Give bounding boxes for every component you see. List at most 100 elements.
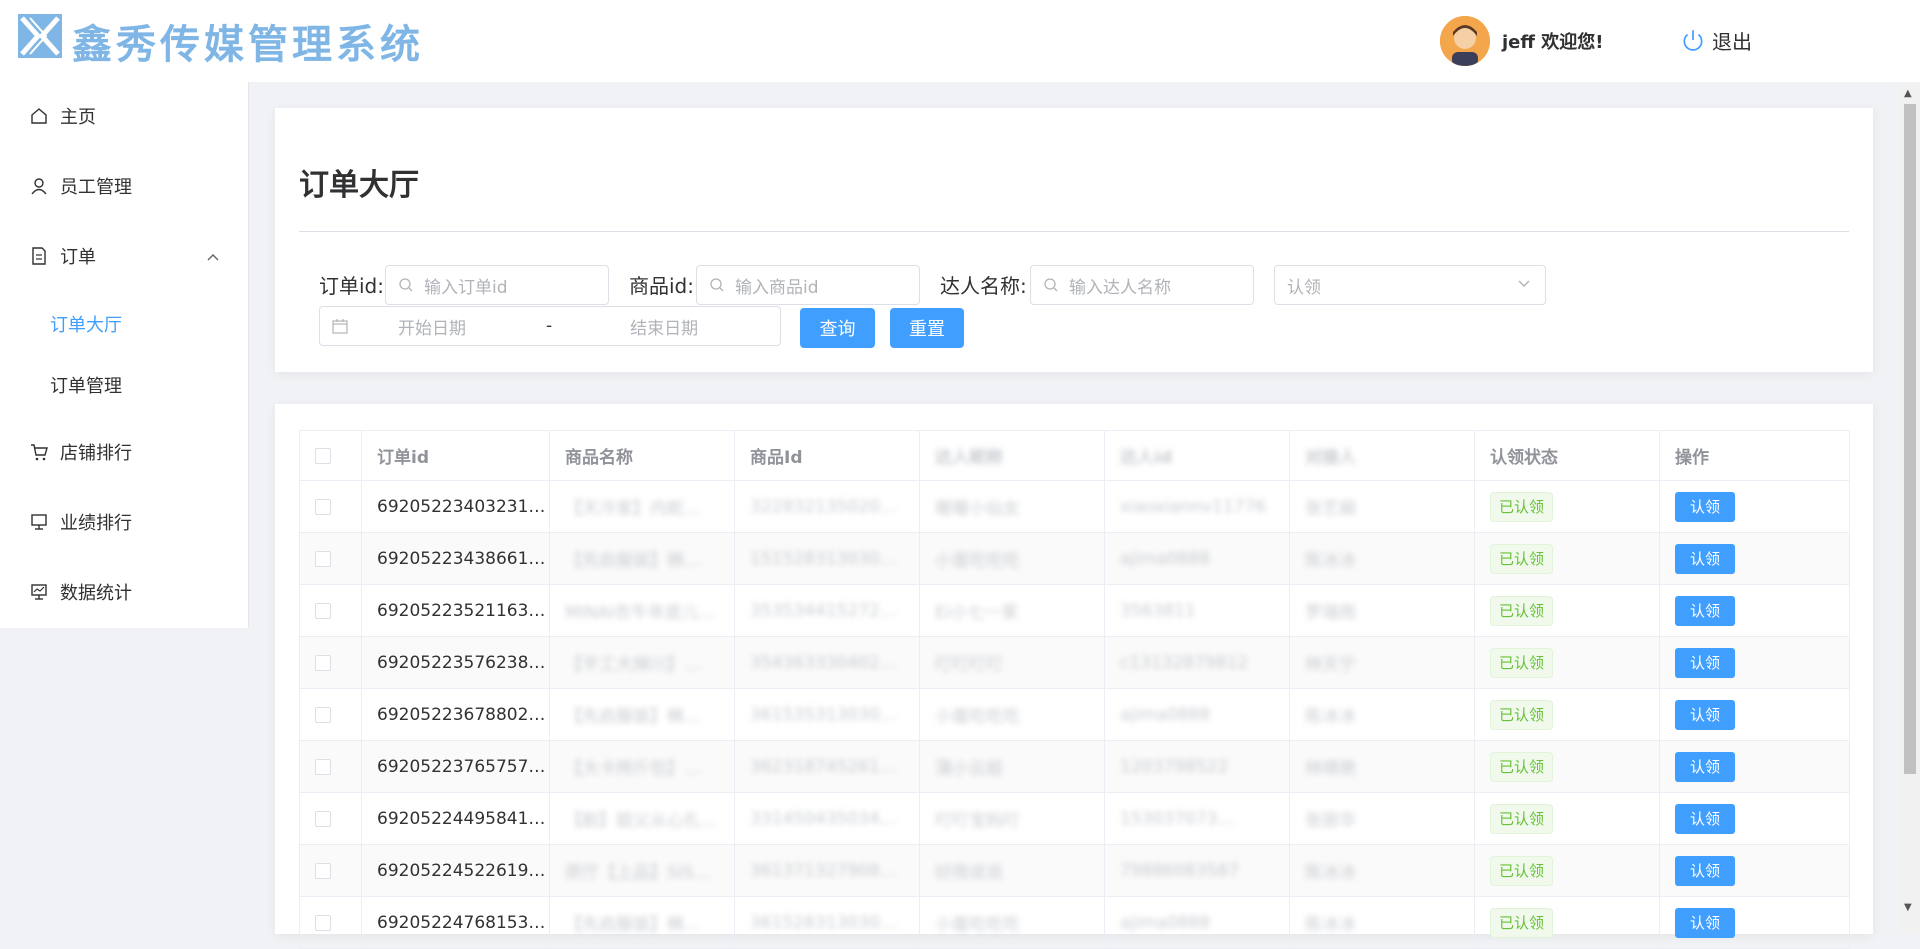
contact-cell-text: 张艺娟 <box>1305 499 1356 519</box>
talent-id-cell-text: 1203798522 <box>1120 756 1229 777</box>
contact-cell-text: 陈冰冰 <box>1305 707 1356 727</box>
date-range-picker[interactable]: 开始日期 - 结束日期 <box>319 306 781 346</box>
row-checkbox[interactable] <box>299 896 362 949</box>
talent-id-cell: ajima0888 <box>1104 896 1290 949</box>
row-checkbox[interactable] <box>299 584 362 637</box>
product-id-cell: 322832135020… <box>734 480 920 533</box>
row-checkbox[interactable] <box>299 532 362 585</box>
talent-nick-cell-text: 小蛋吃吃吃 <box>935 551 1020 571</box>
calendar-icon <box>332 318 348 334</box>
top-header: 鑫秀传媒管理系统 jeff 欢迎您! 退出 <box>0 0 1920 82</box>
scroll-up-icon[interactable]: ▲ <box>1904 88 1912 99</box>
action-cell: 认领 <box>1659 740 1850 793</box>
product-name-cell-text: MINAI衣牛年皮儿… <box>565 603 717 623</box>
sidebar-item-label: 订单 <box>60 247 96 268</box>
claim-button[interactable]: 认领 <box>1675 803 1735 834</box>
claim-status-select[interactable]: 认领 <box>1274 265 1546 305</box>
claim-button[interactable]: 认领 <box>1675 543 1735 574</box>
order-id-input[interactable]: 输入订单id <box>385 265 609 305</box>
contact-cell: 罗瑞雨 <box>1289 584 1475 637</box>
order-id-cell: 69205223678802… <box>361 688 550 741</box>
product-id-cell: 354363330402… <box>734 636 920 689</box>
logout-button[interactable]: 退出 <box>1680 26 1752 55</box>
product-id-input[interactable]: 输入商品id <box>696 265 920 305</box>
product-id-label: 商品id: <box>629 274 694 298</box>
action-cell: 认领 <box>1659 844 1850 897</box>
row-checkbox[interactable] <box>299 844 362 897</box>
select-all-checkbox[interactable] <box>299 430 362 481</box>
product-name-cell-text: 【先启服装】棉… <box>565 707 701 727</box>
talent-nick-cell: 叮叮宝妈叮 <box>919 792 1105 845</box>
product-id-cell: 361528313030… <box>734 896 920 949</box>
end-date-input[interactable]: 结束日期 <box>630 314 698 339</box>
talent-nick-cell: 小蛋吃吃吃 <box>919 688 1105 741</box>
status-cell: 已认领 <box>1474 792 1660 845</box>
row-checkbox[interactable] <box>299 688 362 741</box>
sidebar-item-label: 业绩排行 <box>60 513 132 534</box>
contact-cell: 陈冰冰 <box>1289 688 1475 741</box>
scrollbar-thumb[interactable] <box>1904 104 1916 774</box>
table-row: 69205224495841… 【剧】姐父从心扎… 331450435034… 叮叮宝… <box>299 792 1850 845</box>
scroll-down-icon[interactable]: ▼ <box>1904 902 1912 913</box>
contact-cell: 林天宁 <box>1289 636 1475 689</box>
talent-nick-cell-text: 蒲小云姐 <box>935 759 1003 779</box>
contact-cell: 陈冰冰 <box>1289 532 1475 585</box>
col-talent-nick: 达人昵称 <box>919 430 1105 481</box>
order-id-label: 订单id: <box>319 274 384 298</box>
claim-button[interactable]: 认领 <box>1675 751 1735 782</box>
talent-id-cell-text: c13132879812 <box>1120 652 1249 673</box>
talent-id-cell-text: ajima0888 <box>1120 548 1211 569</box>
page-scrollbar[interactable]: ▲ ▼ <box>1900 84 1920 934</box>
order-id-cell-text: 69205223521163… <box>377 600 546 621</box>
table-header-row: 订单id 商品名称 商品Id 达人昵称 达人id 对接人 认领状态 操作 <box>299 430 1850 481</box>
contact-cell-text: 罗瑞雨 <box>1305 603 1356 623</box>
claim-button[interactable]: 认领 <box>1675 647 1735 678</box>
row-checkbox[interactable] <box>299 792 362 845</box>
claim-button[interactable]: 认领 <box>1675 907 1735 938</box>
sidebar-item-staff[interactable]: 员工管理 <box>0 158 248 214</box>
claim-button[interactable]: 认领 <box>1675 491 1735 522</box>
product-name-cell-text: 【剧】姐父从心扎… <box>565 811 718 831</box>
query-button[interactable]: 查询 <box>800 308 875 348</box>
contact-cell: 张艺娟 <box>1289 480 1475 533</box>
order-id-cell-text: 69205223765757… <box>377 756 546 777</box>
sidebar-item-orders[interactable]: 订单 <box>0 228 248 284</box>
sidebar-item-performance-rank[interactable]: 业绩排行 <box>0 494 248 550</box>
talent-nick-cell-text: 喔喔小仙女 <box>935 499 1020 519</box>
action-cell: 认领 <box>1659 636 1850 689</box>
contact-cell: 张丽华 <box>1289 792 1475 845</box>
power-icon <box>1683 29 1703 51</box>
product-name-cell-text: 【平工大婶川】… <box>565 655 701 675</box>
product-id-cell: 361535313030… <box>734 688 920 741</box>
product-name-cell-text: 【大卡挎斤包】… <box>565 759 701 779</box>
status-badge: 已认领 <box>1490 491 1554 522</box>
col-product-name: 商品名称 <box>549 430 735 481</box>
chevron-up-icon <box>206 248 220 269</box>
order-id-cell-text: 69205224522619… <box>377 860 546 881</box>
status-cell: 已认领 <box>1474 480 1660 533</box>
reset-button[interactable]: 重置 <box>890 308 964 348</box>
talent-nick-cell-text: 小蛋吃吃吃 <box>935 915 1020 935</box>
sidebar-item-home[interactable]: 主页 <box>0 88 248 144</box>
submenu-order-hall[interactable]: 订单大厅 <box>0 298 248 350</box>
avatar[interactable] <box>1440 16 1490 66</box>
sidebar-item-shop-rank[interactable]: 店铺排行 <box>0 424 248 480</box>
row-checkbox[interactable] <box>299 740 362 793</box>
talent-name-input[interactable]: 输入达人名称 <box>1030 265 1254 305</box>
talent-name-label: 达人名称: <box>940 274 1027 298</box>
row-checkbox[interactable] <box>299 636 362 689</box>
contact-cell: 陈冰冰 <box>1289 844 1475 897</box>
claim-button[interactable]: 认领 <box>1675 699 1735 730</box>
row-checkbox[interactable] <box>299 480 362 533</box>
start-date-input[interactable]: 开始日期 <box>398 314 466 339</box>
submenu-order-manage[interactable]: 订单管理 <box>0 359 248 411</box>
sidebar-item-statistics[interactable]: 数据统计 <box>0 564 248 620</box>
product-id-cell-text: 151528313030… <box>750 548 897 569</box>
claim-button[interactable]: 认领 <box>1675 855 1735 886</box>
sidebar: 主页 员工管理 订单 订单大厅 订单管理 店铺排行 业绩排行 数据统计 <box>0 82 249 628</box>
order-id-cell-text: 69205223576238… <box>377 652 546 673</box>
product-id-cell: 151528313030… <box>734 532 920 585</box>
welcome-text: jeff 欢迎您! <box>1502 32 1604 53</box>
home-icon <box>28 105 50 127</box>
claim-button[interactable]: 认领 <box>1675 595 1735 626</box>
